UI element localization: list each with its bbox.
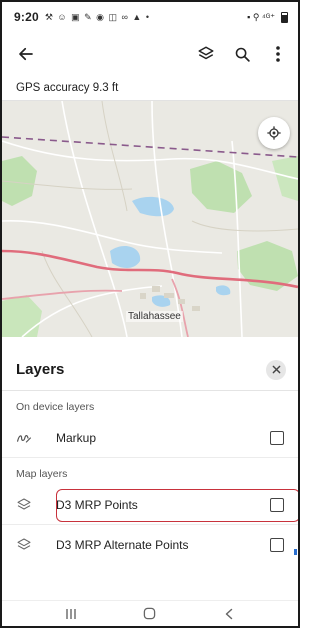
- app-actions: [192, 40, 292, 68]
- forest-area: [190, 161, 252, 213]
- forest-area: [2, 295, 42, 337]
- layer-label: D3 MRP Alternate Points: [56, 538, 189, 552]
- lake: [216, 285, 231, 296]
- back-nav-icon: [225, 608, 232, 619]
- lake: [110, 246, 141, 268]
- app-bar: [2, 32, 298, 76]
- scroll-indicator: [294, 549, 297, 555]
- close-layers-button[interactable]: [266, 359, 286, 380]
- layer-row-markup[interactable]: Markup: [2, 418, 298, 458]
- arrow-left-icon: [19, 47, 33, 61]
- section-label-on-device: On device layers: [16, 401, 95, 413]
- search-button[interactable]: [228, 40, 256, 68]
- app-frame: 9:20 ⚒ ☺ ▣ ✎ ◉ ◫ ∞ ▲ • ▪ ⚲ ⁴ᴳ⁺ GPS accur…: [0, 0, 300, 628]
- city-label: Tallahassee: [126, 311, 183, 322]
- status-right: ▪ ⚲ ⁴ᴳ⁺: [247, 11, 288, 23]
- layers-panel: Layers On device layers Markup Map layer…: [2, 349, 298, 626]
- locate-me-button[interactable]: [258, 117, 290, 149]
- layer-checkbox-markup[interactable]: [270, 430, 284, 445]
- layers-stack-icon: [16, 497, 46, 513]
- layers-panel-header: Layers: [2, 349, 298, 391]
- status-time: 9:20: [14, 10, 39, 24]
- battery-icon: [281, 11, 288, 23]
- layers-stack-icon: [16, 537, 46, 553]
- crosshair-icon: [267, 126, 281, 140]
- map-canvas: [2, 101, 298, 337]
- system-nav-bar: [2, 600, 298, 626]
- more-options-button[interactable]: [264, 40, 292, 68]
- lake: [132, 196, 174, 217]
- layer-checkbox-d3-mrp-points[interactable]: [270, 497, 284, 512]
- layer-label: Markup: [56, 430, 97, 445]
- home-icon: [144, 607, 156, 620]
- system-icons: ▪ ⚲ ⁴ᴳ⁺: [247, 11, 275, 22]
- gps-accuracy-bar: GPS accuracy 9.3 ft: [2, 76, 298, 101]
- section-label-map-layers: Map layers: [16, 468, 68, 480]
- recents-button[interactable]: [56, 604, 86, 624]
- gps-accuracy-text: GPS accuracy 9.3 ft: [16, 82, 119, 94]
- layer-label: D3 MRP Points: [56, 497, 138, 512]
- search-icon: [235, 47, 250, 62]
- boundary-line: [2, 136, 298, 158]
- recents-icon: [66, 608, 77, 619]
- layers-button[interactable]: [192, 40, 220, 68]
- markup-icon: [16, 431, 46, 445]
- status-left: 9:20 ⚒ ☺ ▣ ✎ ◉ ◫ ∞ ▲ •: [14, 10, 150, 24]
- map-view[interactable]: Tallahassee: [2, 101, 298, 337]
- layer-row-d3-mrp-points[interactable]: D3 MRP Points: [2, 485, 298, 525]
- more-vertical-icon: [276, 46, 280, 62]
- forest-area: [2, 156, 37, 206]
- layers-icon: [198, 46, 214, 60]
- back-nav-button[interactable]: [214, 604, 244, 624]
- layer-checkbox-d3-mrp-alternate-points[interactable]: [270, 538, 284, 552]
- back-button[interactable]: [12, 40, 40, 68]
- close-icon: [272, 365, 280, 374]
- layers-panel-title: Layers: [16, 361, 65, 378]
- notification-icons: ⚒ ☺ ▣ ✎ ◉ ◫ ∞ ▲ •: [44, 11, 150, 22]
- layer-row-d3-mrp-alternate-points[interactable]: D3 MRP Alternate Points: [2, 525, 298, 565]
- status-bar: 9:20 ⚒ ☺ ▣ ✎ ◉ ◫ ∞ ▲ • ▪ ⚲ ⁴ᴳ⁺: [2, 2, 298, 32]
- home-button[interactable]: [135, 604, 165, 624]
